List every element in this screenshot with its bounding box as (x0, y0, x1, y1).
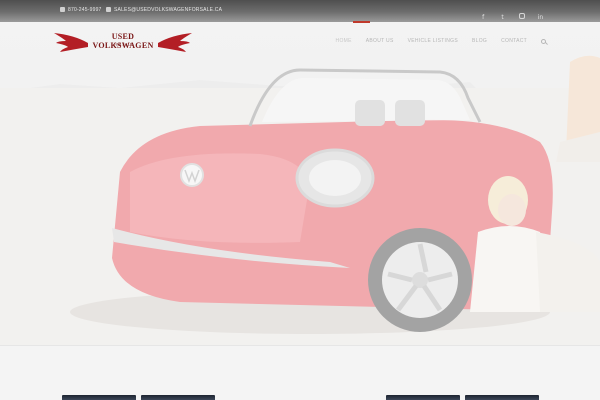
main-nav: HOME ABOUT US VEHICLE LISTINGS BLOG CONT… (336, 36, 546, 46)
logo-sub-text: FOR SALE (113, 42, 133, 47)
listing-thumbnail[interactable] (386, 395, 460, 400)
email-contact[interactable]: SALES@USEDVOLKSWAGENFORSALE.CA (106, 7, 222, 13)
nav-blog[interactable]: BLOG (472, 38, 487, 44)
linkedin-icon[interactable]: in (537, 14, 544, 21)
listing-thumbnail[interactable] (465, 395, 539, 400)
logo-brand-text: USED VOLKSWAGEN (92, 32, 154, 50)
email-address[interactable]: SALES@USEDVOLKSWAGENFORSALE.CA (114, 7, 222, 13)
nav-about-us[interactable]: ABOUT US (366, 38, 394, 44)
instagram-icon[interactable] (518, 13, 525, 19)
facebook-icon[interactable]: f (480, 14, 487, 21)
search-icon[interactable] (541, 38, 546, 44)
social-links: f t in (472, 6, 544, 21)
nav-vehicle-listings[interactable]: VEHICLE LISTINGS (408, 38, 458, 44)
phone-number[interactable]: 870-245-9997 (68, 7, 102, 13)
phone-contact[interactable]: 870-245-9997 (60, 7, 102, 13)
wing-right-icon (158, 33, 192, 52)
active-nav-indicator (353, 21, 370, 23)
wing-left-icon (54, 33, 88, 52)
content-section (0, 345, 600, 400)
site-logo[interactable]: USED VOLKSWAGEN FOR SALE (54, 30, 192, 60)
hero-banner (0, 22, 600, 345)
nav-home[interactable]: HOME (336, 38, 352, 44)
twitter-icon[interactable]: t (499, 14, 506, 21)
listing-thumbnail[interactable] (62, 395, 136, 400)
mail-icon (106, 7, 111, 12)
hero-overlay (0, 22, 600, 345)
phone-icon (60, 7, 65, 12)
nav-contact[interactable]: CONTACT (501, 38, 527, 44)
listing-thumbnail[interactable] (141, 395, 215, 400)
top-info-bar: 870-245-9997 SALES@USEDVOLKSWAGENFORSALE… (0, 0, 600, 22)
